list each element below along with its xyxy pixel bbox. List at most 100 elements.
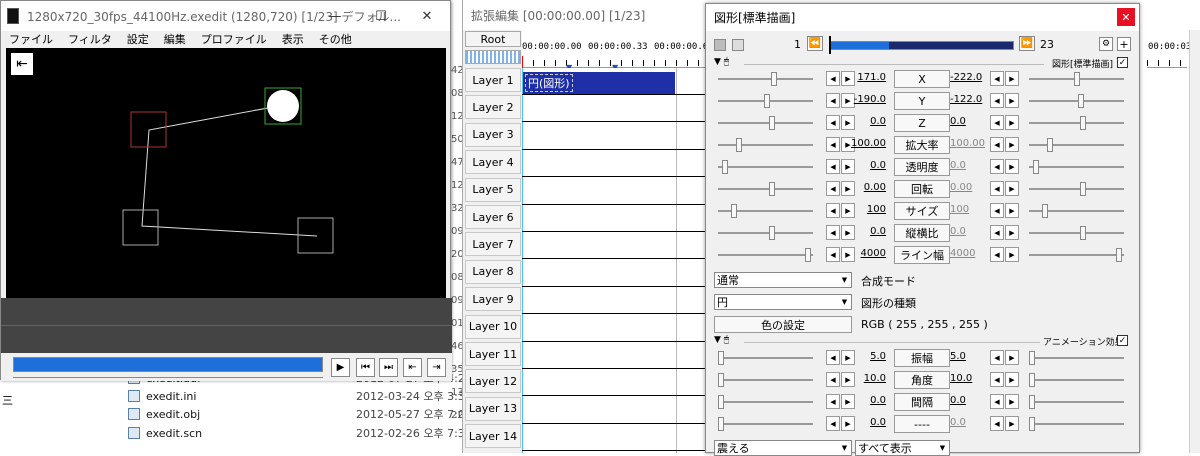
param-value-start[interactable]: 100.00: [844, 138, 886, 149]
param-slider-left[interactable]: [718, 116, 813, 130]
layer-button[interactable]: Layer 12: [465, 369, 521, 394]
slider-thumb[interactable]: [764, 94, 771, 108]
param-slider-right[interactable]: [1029, 182, 1124, 196]
param-value-start[interactable]: 10.0: [844, 373, 886, 384]
decrement-button[interactable]: ◀: [826, 416, 840, 431]
param-value-start[interactable]: 100: [844, 204, 886, 215]
param-name-button[interactable]: 拡大率: [894, 136, 950, 154]
slider-thumb[interactable]: [1033, 160, 1040, 174]
param-slider-right[interactable]: [1029, 248, 1124, 262]
param-slider-left[interactable]: [718, 248, 813, 262]
layer-button[interactable]: Layer 14: [465, 424, 521, 449]
slider-thumb[interactable]: [768, 116, 775, 130]
increment-button[interactable]: ▶: [1005, 416, 1019, 431]
decrement-button[interactable]: ◀: [826, 372, 840, 387]
slider-thumb[interactable]: [718, 351, 724, 365]
param-value-end[interactable]: 100: [950, 204, 990, 215]
settings-icon[interactable]: ⚙: [1099, 37, 1113, 51]
decrement-button[interactable]: ◀: [826, 115, 840, 130]
param-value-start[interactable]: 0.0: [844, 160, 886, 171]
param-value-start[interactable]: 171.0: [844, 72, 886, 83]
slider-thumb[interactable]: [805, 248, 812, 262]
param-slider-right[interactable]: [1029, 160, 1124, 174]
param-value-end[interactable]: 100.00: [950, 138, 990, 149]
slider-thumb[interactable]: [1073, 72, 1080, 86]
play-control-button[interactable]: ⇤: [403, 358, 422, 377]
menu-item[interactable]: プロファイル: [201, 31, 267, 47]
menu-item[interactable]: 編集: [164, 31, 186, 47]
layer-button[interactable]: Layer 5: [465, 177, 521, 202]
layer-button[interactable]: Layer 7: [465, 232, 521, 257]
playhead[interactable]: [522, 56, 523, 68]
param-value-start[interactable]: -190.0: [844, 94, 886, 105]
param-value-end[interactable]: -122.0: [950, 94, 990, 105]
layer-button[interactable]: Layer 2: [465, 95, 521, 120]
file-row[interactable]: exedit.obj 2012-05-27 오후 7:05: [128, 405, 472, 423]
increment-button[interactable]: ▶: [1005, 137, 1019, 152]
param-value-start[interactable]: 0.0: [844, 395, 886, 406]
decrement-button[interactable]: ◀: [826, 247, 840, 262]
param-name-button[interactable]: Z: [894, 114, 950, 132]
decrement-button[interactable]: ◀: [826, 394, 840, 409]
maximize-button[interactable]: ☐: [358, 1, 404, 31]
param-value-end[interactable]: 5.0: [950, 351, 990, 362]
param-slider-left[interactable]: [718, 160, 813, 174]
slider-thumb[interactable]: [1077, 94, 1084, 108]
slider-thumb[interactable]: [722, 160, 729, 174]
section2-checkbox[interactable]: ✓: [1117, 335, 1128, 346]
slider-thumb[interactable]: [1029, 351, 1035, 365]
param-slider-left[interactable]: [718, 182, 813, 196]
increment-button[interactable]: ▶: [1005, 225, 1019, 240]
increment-button[interactable]: ▶: [1005, 203, 1019, 218]
param-slider-right[interactable]: [1029, 226, 1124, 240]
menu-item[interactable]: 設定: [127, 31, 149, 47]
layer-button[interactable]: Layer 10: [465, 314, 521, 339]
slider-thumb[interactable]: [771, 72, 778, 86]
slider-thumb[interactable]: [718, 417, 724, 431]
menu-item[interactable]: 表示: [282, 31, 304, 47]
keyframe-box[interactable]: [122, 209, 159, 246]
layer-button[interactable]: Layer 13: [465, 396, 521, 421]
decrement-button[interactable]: ◀: [990, 350, 1004, 365]
slider-thumb[interactable]: [1029, 395, 1035, 409]
param-slider-left[interactable]: [718, 226, 813, 240]
param-name-button[interactable]: 回転: [894, 180, 950, 198]
circle-object[interactable]: [267, 90, 299, 122]
add-filter-button[interactable]: +: [1117, 37, 1131, 51]
file-row[interactable]: exedit.ini 2012-03-24 오후 3:31: [128, 387, 472, 405]
slider-thumb[interactable]: [1029, 373, 1035, 387]
layer-button[interactable]: Layer 8: [465, 259, 521, 284]
seek-progress-bar[interactable]: [13, 357, 323, 372]
increment-button[interactable]: ▶: [1005, 115, 1019, 130]
seek-area[interactable]: [1, 298, 452, 353]
param-value-end[interactable]: 0.0: [950, 160, 990, 171]
increment-button[interactable]: ▶: [1005, 350, 1019, 365]
slider-thumb[interactable]: [1079, 116, 1086, 130]
param-slider-right[interactable]: [1029, 116, 1124, 130]
param-slider-right[interactable]: [1029, 138, 1124, 152]
file-row[interactable]: exedit.scn 2012-02-26 오후 7:33: [128, 424, 472, 442]
param-name-button[interactable]: サイズ: [894, 202, 950, 220]
prev-frame-button[interactable]: ⏪: [807, 36, 823, 51]
close-button[interactable]: ✕: [404, 1, 450, 31]
param-slider-right[interactable]: [1029, 395, 1124, 409]
decrement-button[interactable]: ◀: [826, 350, 840, 365]
root-button[interactable]: Root: [465, 31, 521, 47]
slider-thumb[interactable]: [768, 226, 775, 240]
param-slider-left[interactable]: [718, 204, 813, 218]
param-value-start[interactable]: 0.0: [844, 226, 886, 237]
slider-thumb[interactable]: [718, 395, 724, 409]
param-slider-left[interactable]: [718, 417, 813, 431]
blend-mode-select[interactable]: 通常 ▼: [714, 272, 852, 288]
collapse-icon[interactable]: ▼ 🖱: [714, 57, 729, 67]
increment-button[interactable]: ▶: [1005, 372, 1019, 387]
param-name-button[interactable]: 縦横比: [894, 224, 950, 242]
slider-thumb[interactable]: [768, 182, 775, 196]
decrement-button[interactable]: ◀: [826, 71, 840, 86]
param-name-button[interactable]: Y: [894, 92, 950, 110]
display-select[interactable]: すべて表示 ▼: [855, 440, 950, 456]
param-name-button[interactable]: 透明度: [894, 158, 950, 176]
decrement-button[interactable]: ◀: [990, 181, 1004, 196]
zoom-slider[interactable]: [465, 50, 521, 64]
increment-button[interactable]: ▶: [1005, 394, 1019, 409]
